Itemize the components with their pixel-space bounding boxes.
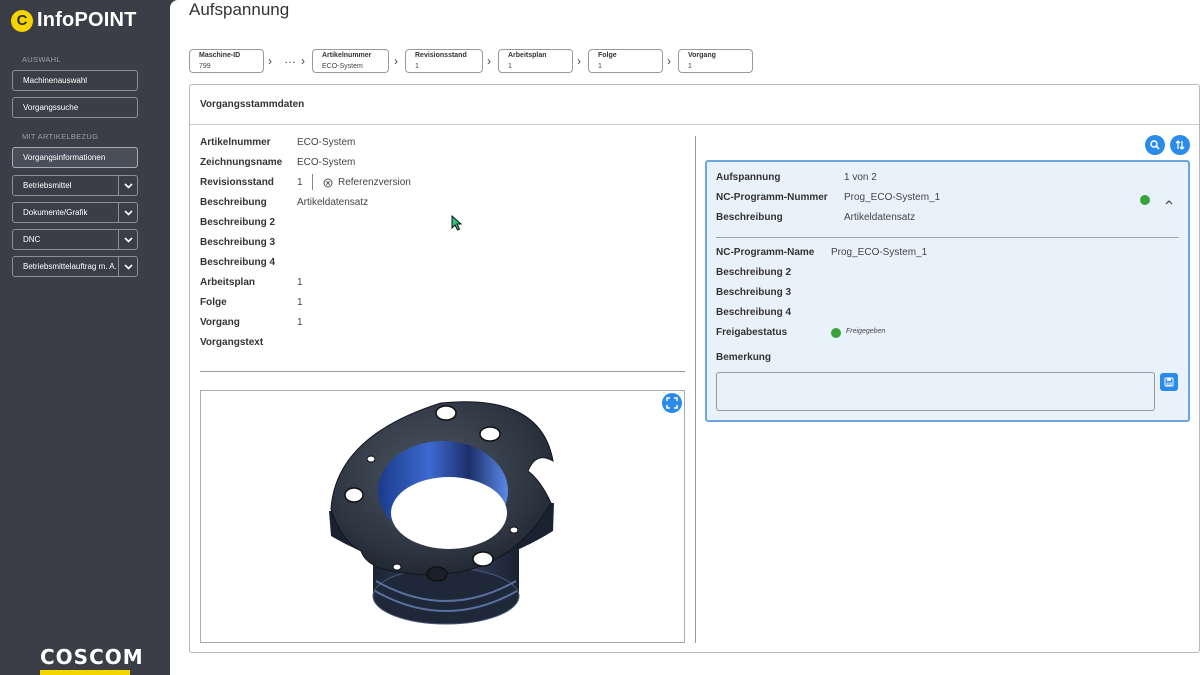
label-zeichnungsname: Zeichnungsname: [200, 157, 283, 168]
swap-sort-icon[interactable]: [1170, 135, 1190, 155]
label-bemerkung: Bemerkung: [716, 352, 772, 363]
label-vorgangstext: Vorgangstext: [200, 337, 264, 348]
main-content: Aufspannung Maschine-ID 799 › … › Artike…: [170, 0, 1200, 675]
label-beschreibung: Beschreibung: [716, 212, 783, 223]
sidebar-item-betriebsmittelauftrag[interactable]: Betriebsmittelauftrag m. A.: [12, 256, 138, 277]
label-beschreibung-4: Beschreibung 4: [716, 307, 792, 318]
save-icon[interactable]: [1160, 373, 1178, 391]
page-title: Aufspannung: [189, 0, 290, 19]
breadcrumb-artikelnummer[interactable]: Artikelnummer ECO-System: [312, 49, 389, 73]
label-beschreibung-3: Beschreibung 3: [716, 287, 792, 298]
referenzversion[interactable]: Referenzversion: [323, 177, 411, 188]
label-freigabestatus: Freigabestatus: [716, 327, 788, 338]
value-nc-programm-nummer: Prog_ECO-System_1: [844, 192, 941, 203]
value-nc-programm-name: Prog_ECO-System_1: [831, 247, 928, 258]
label-aufspannung: Aufspannung: [716, 172, 781, 183]
sidebar: C InfoPOINT AUSWAHL Machinenauswahl Vorg…: [0, 0, 170, 675]
chevron-down-icon[interactable]: [118, 230, 137, 249]
sidebar-item-label: Vorgangssuche: [23, 103, 79, 112]
divider: [695, 136, 696, 643]
status-dot-icon: [831, 328, 841, 338]
chevron-right-icon: ›: [301, 54, 305, 68]
chevron-down-icon[interactable]: [118, 203, 137, 222]
sidebar-item-label: Dokumente/Grafik: [23, 208, 88, 217]
breadcrumb-maschine-id[interactable]: Maschine-ID 799: [189, 49, 264, 73]
divider: [200, 371, 685, 372]
status-badge: Freigegeben: [846, 328, 886, 335]
vorgangsstammdaten-card: Vorgangsstammdaten Artikelnummer ECO-Sys…: [189, 84, 1200, 653]
breadcrumb-ellipsis[interactable]: …: [284, 52, 296, 66]
value-folge: 1: [297, 297, 303, 308]
referenzversion-label: Referenzversion: [338, 177, 411, 188]
sidebar-item-vorgangssuche[interactable]: Vorgangssuche: [12, 97, 138, 118]
sidebar-item-betriebsmittel[interactable]: Betriebsmittel: [12, 175, 138, 196]
label-beschreibung-2: Beschreibung 2: [716, 267, 792, 278]
breadcrumb-arbeitsplan[interactable]: Arbeitsplan 1: [498, 49, 573, 73]
mouse-cursor-icon: [451, 214, 463, 237]
divider: [190, 124, 1199, 125]
value-aufspannung: 1 von 2: [844, 172, 877, 183]
value-zeichnungsname: ECO-System: [297, 157, 356, 168]
section-artikelbezug: MIT ARTIKELBEZUG: [22, 132, 99, 141]
chevron-right-icon: ›: [667, 54, 671, 68]
label-revisionsstand: Revisionsstand: [200, 177, 274, 188]
label-beschreibung-4: Beschreibung 4: [200, 257, 276, 268]
label-nc-programm-nummer: NC-Programm-Nummer: [716, 192, 828, 203]
label-artikelnummer: Artikelnummer: [200, 137, 271, 148]
value-beschreibung: Artikeldatensatz: [844, 212, 916, 223]
bemerkung-textarea[interactable]: [716, 372, 1155, 411]
sidebar-item-machinenauswahl[interactable]: Machinenauswahl: [12, 70, 138, 91]
3d-model-viewer[interactable]: [200, 390, 685, 643]
section-auswahl: AUSWAHL: [22, 55, 61, 64]
card-title: Vorgangsstammdaten: [200, 99, 305, 110]
app-name: InfoPOINT: [37, 9, 137, 31]
flange-part-3d-image: [329, 401, 554, 625]
chevron-down-icon[interactable]: [118, 257, 137, 276]
sidebar-item-dokumente-grafik[interactable]: Dokumente/Grafik: [12, 202, 138, 223]
label-nc-programm-name: NC-Programm-Name: [716, 247, 815, 258]
divider: [716, 237, 1179, 238]
value-vorgang: 1: [297, 317, 303, 328]
sidebar-item-dnc[interactable]: DNC: [12, 229, 138, 250]
aufspannung-detail-panel: Aufspannung 1 von 2 NC-Programm-Nummer P…: [705, 160, 1190, 422]
chevron-down-icon[interactable]: [118, 176, 137, 195]
chevron-up-icon[interactable]: [1164, 193, 1174, 211]
sidebar-item-label: Vorgangsinformationen: [23, 153, 106, 162]
status-dot-icon: [1140, 195, 1150, 205]
value-arbeitsplan: 1: [297, 277, 303, 288]
close-circle-icon: [323, 178, 333, 187]
breadcrumb-folge[interactable]: Folge 1: [588, 49, 663, 73]
chevron-right-icon: ›: [394, 54, 398, 68]
value-revisionsstand: 1: [297, 177, 303, 188]
value-beschreibung: Artikeldatensatz: [297, 197, 369, 208]
label-beschreibung-2: Beschreibung 2: [200, 217, 276, 228]
chevron-right-icon: ›: [268, 54, 272, 68]
sidebar-item-label: Machinenauswahl: [23, 76, 88, 85]
breadcrumb-revisionsstand[interactable]: Revisionsstand 1: [405, 49, 483, 73]
sidebar-item-label: DNC: [23, 235, 41, 244]
sidebar-item-label: Betriebsmittelauftrag m. A.: [23, 262, 117, 271]
divider: [312, 174, 313, 190]
search-icon[interactable]: [1145, 135, 1165, 155]
label-beschreibung-3: Beschreibung 3: [200, 237, 276, 248]
label-vorgang: Vorgang: [200, 317, 240, 328]
label-folge: Folge: [200, 297, 227, 308]
fullscreen-expand-icon[interactable]: [662, 393, 682, 413]
label-arbeitsplan: Arbeitsplan: [200, 277, 256, 288]
label-beschreibung: Beschreibung: [200, 197, 267, 208]
chevron-right-icon: ›: [487, 54, 491, 68]
value-artikelnummer: ECO-System: [297, 137, 356, 148]
app-logo: C InfoPOINT: [11, 9, 137, 32]
sidebar-item-label: Betriebsmittel: [23, 181, 72, 190]
breadcrumb-vorgang[interactable]: Vorgang 1: [678, 49, 753, 73]
logo-badge-icon: C: [11, 9, 33, 32]
chevron-right-icon: ›: [577, 54, 581, 68]
coscom-logo: COSCOM: [40, 645, 143, 675]
sidebar-item-vorgangsinformationen[interactable]: Vorgangsinformationen: [12, 147, 138, 168]
